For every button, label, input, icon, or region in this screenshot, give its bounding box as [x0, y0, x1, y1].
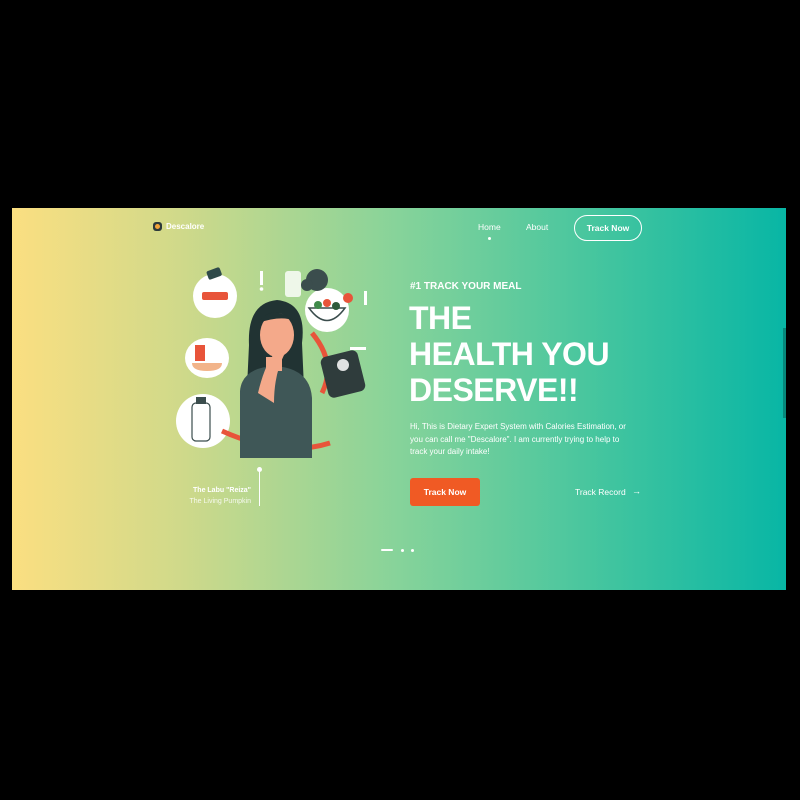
hero-illustration	[176, 267, 367, 458]
author-role: The Living Pumpkin	[189, 498, 251, 505]
hero-description: Hi, This is Dietary Expert System with C…	[410, 422, 626, 456]
author-caption: The Labu "Reiza" The Living Pumpkin	[190, 485, 251, 507]
nav-about-link[interactable]: About	[526, 222, 548, 232]
author-name: The Labu "Reiza"	[193, 487, 251, 494]
nav-home-link[interactable]: Home	[478, 222, 501, 232]
burger-drink-icon	[185, 338, 229, 378]
arrow-right-icon[interactable]: →	[632, 486, 641, 496]
brand-name: Descalore	[166, 222, 205, 231]
brand-logo[interactable]: Descalore	[153, 222, 204, 231]
headline-line-3: DESERVE!!	[409, 372, 579, 408]
hero-headline: THE HEALTH YOU DESERVE!!	[409, 300, 610, 408]
headline-line-1: THE	[409, 300, 472, 336]
hero-section: Descalore Home About Track Now The Labu …	[12, 208, 786, 590]
logo-icon	[153, 222, 162, 231]
author-divider	[259, 471, 260, 506]
hero-eyebrow: #1 TRACK YOUR MEAL	[410, 281, 522, 292]
carousel-dot-3[interactable]	[411, 549, 414, 552]
carousel-dot-active[interactable]	[381, 549, 393, 551]
scale-icon	[320, 350, 366, 398]
nav-track-now-button[interactable]: Track Now	[574, 215, 642, 241]
track-record-link[interactable]: Track Record	[575, 487, 626, 497]
carousel-dot-2[interactable]	[401, 549, 404, 552]
track-now-button[interactable]: Track Now	[410, 478, 480, 506]
headline-line-2: HEALTH YOU	[409, 336, 610, 372]
scrollbar[interactable]	[783, 328, 786, 418]
nav-active-indicator	[488, 237, 491, 240]
